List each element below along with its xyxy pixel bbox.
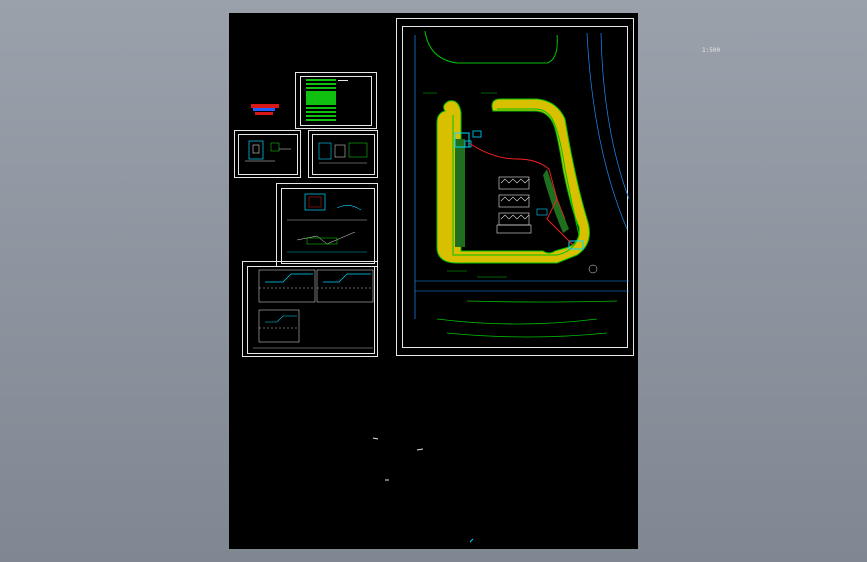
stray-marks <box>372 437 474 543</box>
drawing-canvas[interactable]: 1:500 <box>229 13 720 549</box>
scale-label: 1:500 <box>702 47 721 54</box>
